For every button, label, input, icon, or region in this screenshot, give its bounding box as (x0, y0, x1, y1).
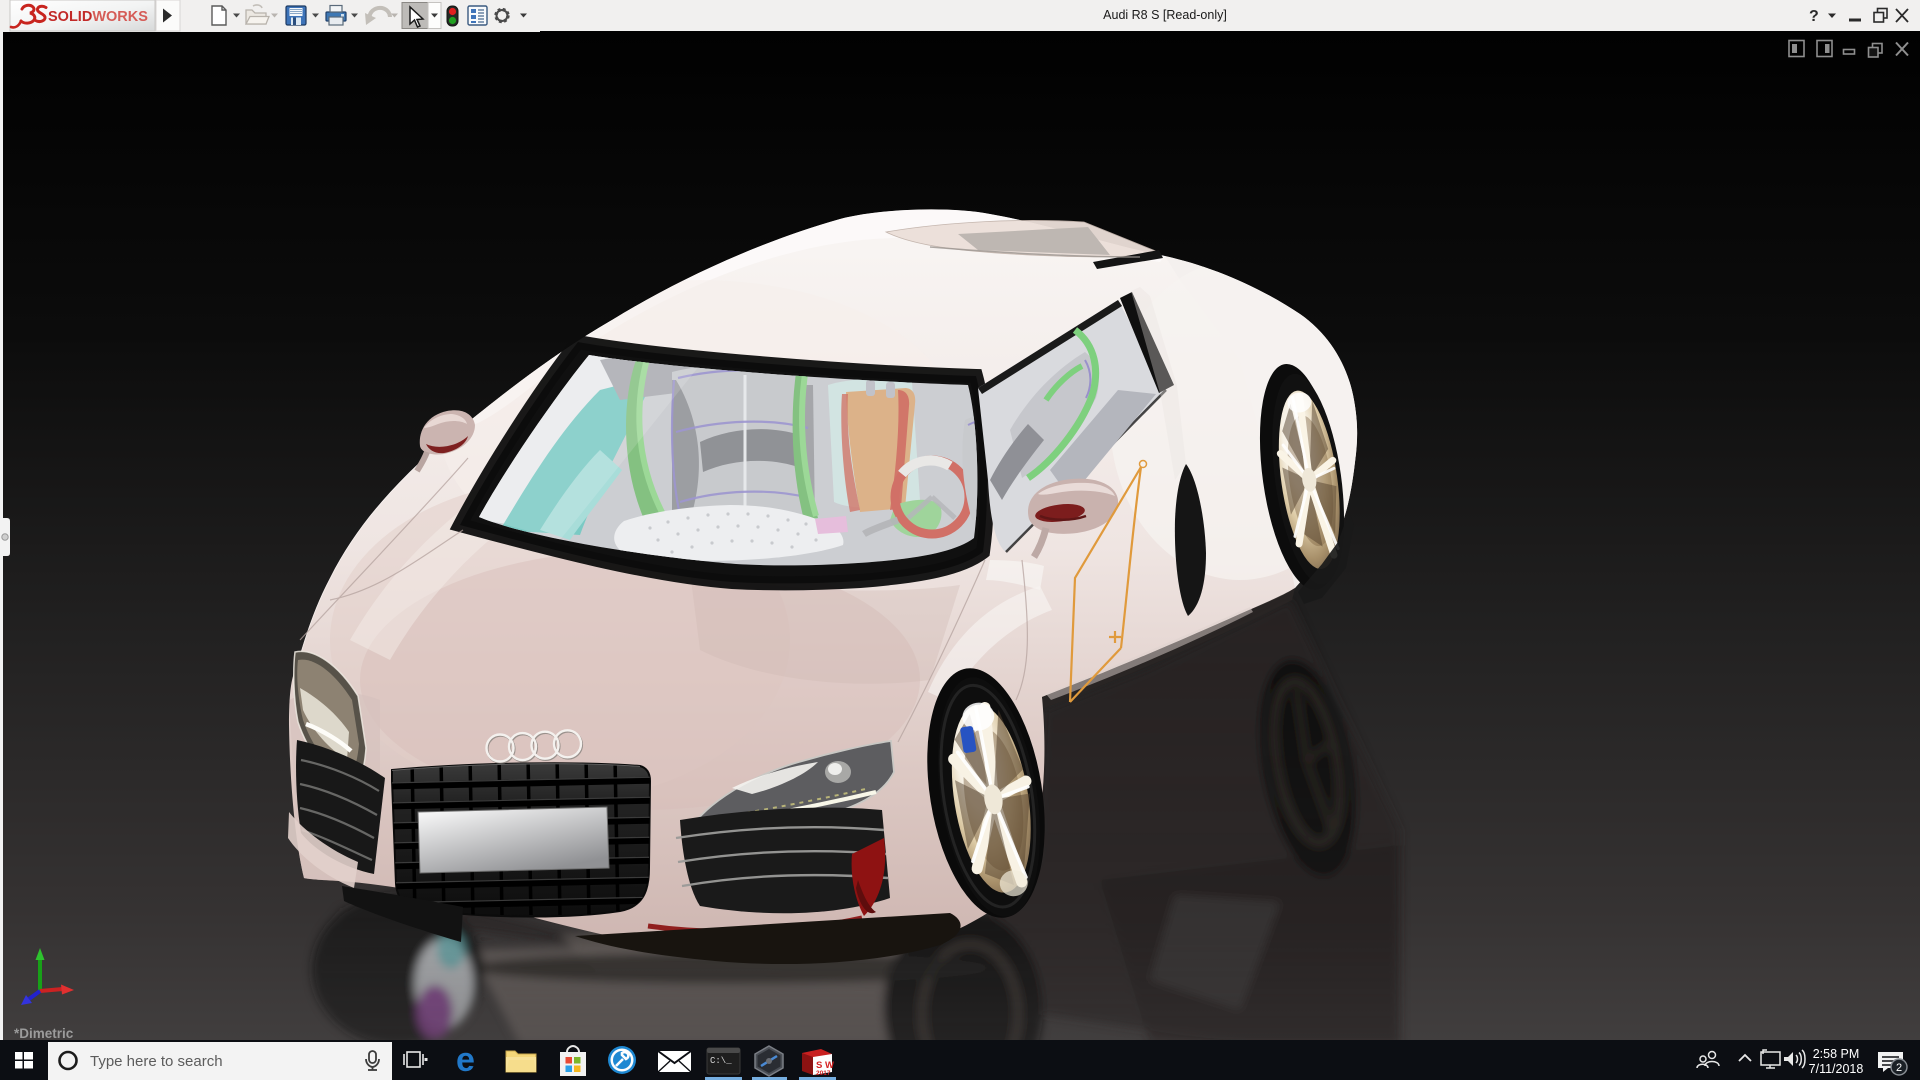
svg-text:2017: 2017 (816, 1070, 831, 1077)
svg-text:C:\_: C:\_ (710, 1056, 732, 1066)
svg-text:Type here to search: Type here to search (90, 1053, 223, 1070)
svg-text:7/11/2018: 7/11/2018 (1809, 1062, 1864, 1076)
svg-text:2:58 PM: 2:58 PM (1813, 1047, 1860, 1061)
svg-text:?: ? (1809, 8, 1819, 25)
svg-text:SOLIDWORKS: SOLIDWORKS (48, 9, 148, 25)
svg-text:e: e (456, 1041, 475, 1079)
svg-text:*Dimetric: *Dimetric (14, 1026, 74, 1040)
svg-text:2: 2 (1896, 1062, 1902, 1074)
